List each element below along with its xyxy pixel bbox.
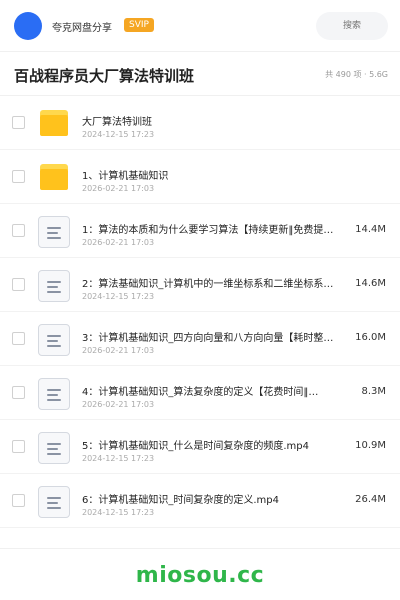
select-checkbox[interactable] bbox=[12, 278, 25, 291]
page-title: 百战程序员大厂算法特训班 bbox=[14, 67, 195, 85]
file-list: 大厂算法特训班 2024-12-15 17:23 1、计算机基础知识 2026-… bbox=[0, 96, 400, 528]
select-checkbox[interactable] bbox=[12, 386, 25, 399]
share-owner-name: 夸克网盘分享 bbox=[52, 23, 112, 34]
item-name: 1、计算机基础知识 bbox=[82, 171, 169, 182]
document-icon bbox=[38, 432, 70, 464]
item-name: 3：计算机基础知识_四方向向量和八方向向量【耗时整… bbox=[82, 333, 334, 344]
item-name: 1：算法的本质和为什么要学习算法【持续更新‖免费提… bbox=[82, 225, 334, 236]
item-date: 2026-02-21 17:03 bbox=[82, 400, 155, 409]
list-item[interactable]: 4：计算机基础知识_算法复杂度的定义【花费时间‖免… 2026-02-21 17… bbox=[0, 366, 400, 420]
document-icon bbox=[38, 486, 70, 518]
avatar[interactable] bbox=[14, 12, 42, 40]
folder-icon bbox=[38, 162, 70, 194]
item-date: 2024-12-15 17:23 bbox=[82, 130, 155, 139]
list-item[interactable]: 2：算法基础知识_计算机中的一维坐标系和二维坐标系… 2024-12-15 17… bbox=[0, 258, 400, 312]
svip-badge: SVIP bbox=[124, 18, 154, 32]
list-item[interactable]: 3：计算机基础知识_四方向向量和八方向向量【耗时整… 2026-02-21 17… bbox=[0, 312, 400, 366]
select-checkbox[interactable] bbox=[12, 494, 25, 507]
document-icon bbox=[38, 378, 70, 410]
list-item[interactable]: 5：计算机基础知识_什么是时间复杂度的频度.mp4 2024-12-15 17:… bbox=[0, 420, 400, 474]
item-date: 2026-02-21 17:03 bbox=[82, 184, 155, 193]
folder-icon bbox=[38, 108, 70, 140]
item-date: 2024-12-15 17:23 bbox=[82, 292, 155, 301]
item-date: 2024-12-15 17:23 bbox=[82, 454, 155, 463]
item-size: 8.3M bbox=[361, 386, 386, 397]
item-date: 2026-02-21 17:03 bbox=[82, 238, 155, 247]
select-checkbox[interactable] bbox=[12, 224, 25, 237]
list-item[interactable]: 大厂算法特训班 2024-12-15 17:23 bbox=[0, 96, 400, 150]
item-size: 26.4M bbox=[355, 494, 386, 505]
document-icon bbox=[38, 324, 70, 356]
item-date: 2024-12-15 17:23 bbox=[82, 508, 155, 517]
brand-watermark: miosou.cc bbox=[135, 563, 265, 588]
select-checkbox[interactable] bbox=[12, 440, 25, 453]
list-item[interactable]: 6：计算机基础知识_时间复杂度的定义.mp4 2024-12-15 17:23 … bbox=[0, 474, 400, 528]
item-name: 大厂算法特训班 bbox=[82, 117, 152, 128]
item-date: 2026-02-21 17:03 bbox=[82, 346, 155, 355]
item-size: 10.9M bbox=[355, 440, 386, 451]
item-size: 16.0M bbox=[355, 332, 386, 343]
document-icon bbox=[38, 270, 70, 302]
app-header: 夸克网盘分享 SVIP bbox=[0, 0, 400, 52]
select-checkbox[interactable] bbox=[12, 332, 25, 345]
folder-summary: 共 490 项 · 5.6G bbox=[325, 70, 388, 79]
footer: miosou.cc bbox=[0, 548, 400, 600]
item-name: 5：计算机基础知识_什么是时间复杂度的频度.mp4 bbox=[82, 441, 309, 452]
document-icon bbox=[38, 216, 70, 248]
list-item[interactable]: 1：算法的本质和为什么要学习算法【持续更新‖免费提… 2026-02-21 17… bbox=[0, 204, 400, 258]
list-item[interactable]: 1、计算机基础知识 2026-02-21 17:03 bbox=[0, 150, 400, 204]
item-name: 4：计算机基础知识_算法复杂度的定义【花费时间‖免… bbox=[82, 387, 322, 398]
select-checkbox[interactable] bbox=[12, 116, 25, 129]
search-input[interactable] bbox=[316, 12, 388, 40]
select-checkbox[interactable] bbox=[12, 170, 25, 183]
item-name: 2：算法基础知识_计算机中的一维坐标系和二维坐标系… bbox=[82, 279, 334, 290]
item-size: 14.6M bbox=[355, 278, 386, 289]
item-size: 14.4M bbox=[355, 224, 386, 235]
folder-title-bar: 百战程序员大厂算法特训班 共 490 项 · 5.6G bbox=[0, 52, 400, 96]
item-name: 6：计算机基础知识_时间复杂度的定义.mp4 bbox=[82, 495, 279, 506]
